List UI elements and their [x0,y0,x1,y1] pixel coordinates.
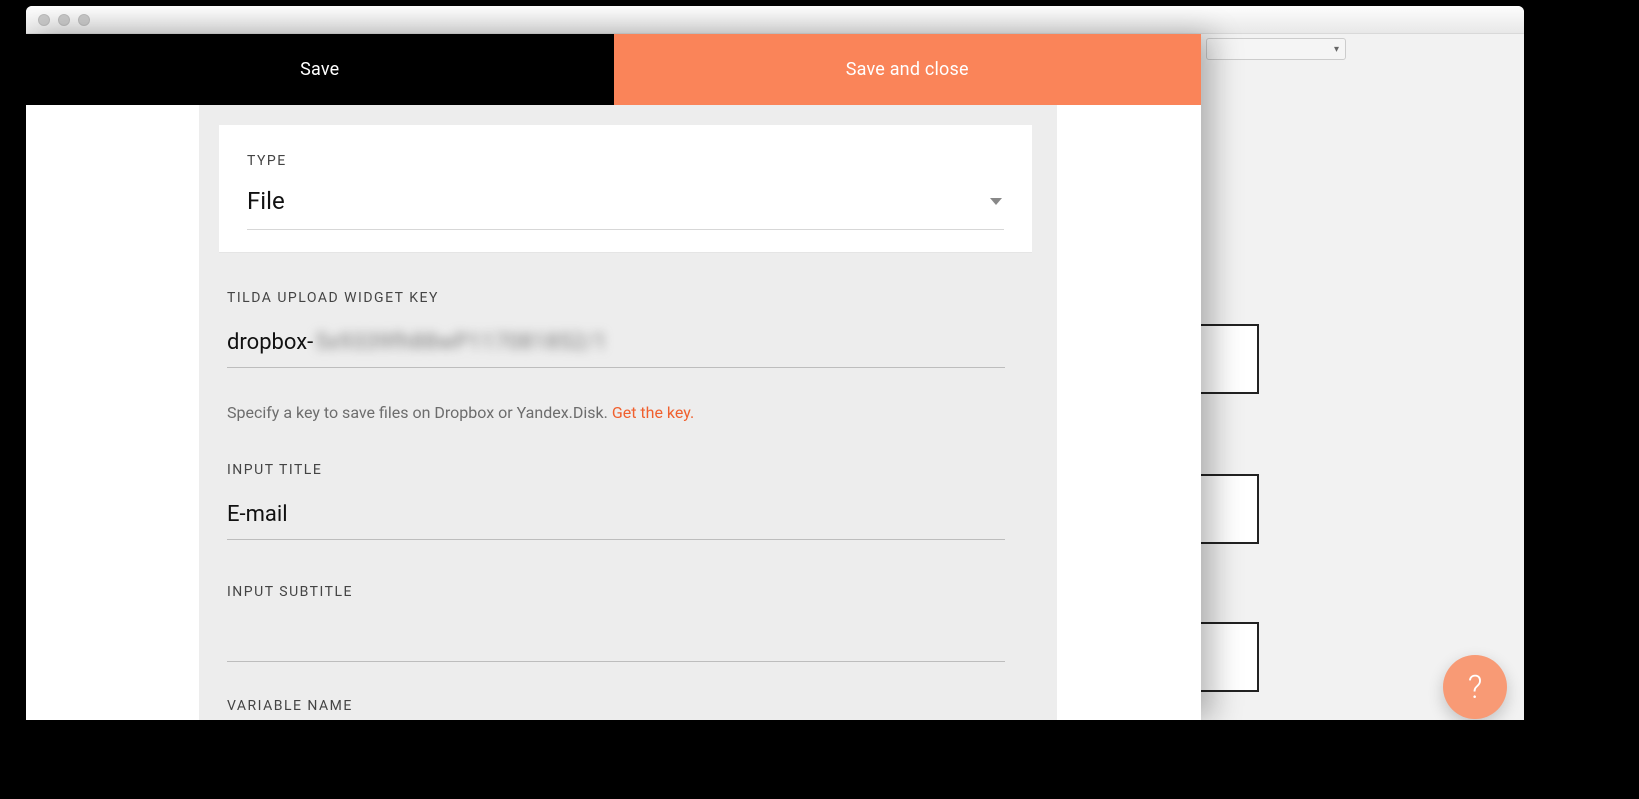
modal-body: TYPE File TILDA UPLOAD WIDGET KEY dropbo… [26,105,1201,720]
window-body: ▾ Save Save and close [26,34,1524,720]
input-title-field: INPUT TITLE [199,424,1057,540]
settings-modal: Save Save and close TYPE File [26,34,1201,720]
chevron-down-icon: ▾ [1334,44,1339,55]
background-input-box[interactable] [1199,324,1259,394]
background-select[interactable]: ▾ [1206,38,1346,60]
type-card: TYPE File [219,125,1032,252]
window-close-dot[interactable] [38,14,50,26]
background-input-box[interactable] [1199,622,1259,692]
modal-header: Save Save and close [26,34,1201,105]
type-select[interactable]: File [247,187,1004,230]
save-and-close-button[interactable]: Save and close [614,34,1202,105]
chevron-down-icon [990,198,1002,205]
input-subtitle-field: INPUT SUBTITLE [199,540,1057,662]
window-zoom-dot[interactable] [78,14,90,26]
widget-key-field: TILDA UPLOAD WIDGET KEY dropbox- 5x9339f… [199,252,1057,368]
input-title-label: INPUT TITLE [227,462,1005,478]
widget-key-helper: Specify a key to save files on Dropbox o… [199,368,1057,424]
form-column: TYPE File TILDA UPLOAD WIDGET KEY dropbo… [199,105,1057,720]
widget-key-prefix: dropbox- [227,330,313,355]
save-button-label: Save [300,59,339,80]
type-label: TYPE [247,153,1004,169]
help-fab[interactable]: ? [1443,655,1507,719]
window-titlebar [26,6,1524,34]
save-and-close-button-label: Save and close [846,59,969,80]
variable-name-field: VARIABLE NAME [199,662,1057,714]
input-subtitle-input[interactable] [227,618,1005,662]
widget-key-blurred: 5x9339fh88wP117081852/1 [315,330,607,355]
variable-name-label: VARIABLE NAME [227,698,1005,714]
input-title-input[interactable] [227,496,1005,540]
widget-key-label: TILDA UPLOAD WIDGET KEY [227,290,1005,306]
window-minimize-dot[interactable] [58,14,70,26]
widget-key-input[interactable]: dropbox- 5x9339fh88wP117081852/1 [227,324,1005,368]
widget-key-helper-text: Specify a key to save files on Dropbox o… [227,403,612,422]
background-input-box[interactable] [1199,474,1259,544]
question-mark-icon: ? [1468,668,1483,706]
input-subtitle-label: INPUT SUBTITLE [227,584,1005,600]
save-button[interactable]: Save [26,34,614,105]
app-window: ▾ Save Save and close [26,6,1524,720]
get-key-link[interactable]: Get the key. [612,403,694,422]
type-select-value: File [247,187,285,215]
